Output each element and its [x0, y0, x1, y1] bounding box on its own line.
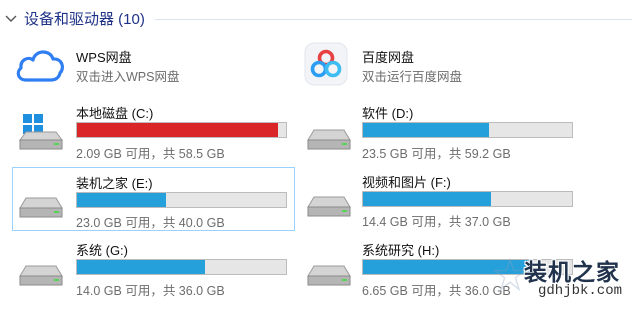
group-divider	[154, 18, 632, 20]
drive-item-c[interactable]: 本地磁盘 (C:) 2.09 GB 可用，共 58.5 GB	[14, 100, 294, 162]
baidu-netdisk-icon	[304, 42, 348, 86]
app-description: 双击进入WPS网盘	[76, 70, 180, 84]
drive-usage-fill	[77, 260, 205, 274]
drive-usage-text: 23.5 GB 可用，共 59.2 GB	[362, 147, 511, 161]
app-name: 百度网盘	[362, 50, 415, 65]
drive-label: 视频和图片 (F:)	[362, 175, 451, 190]
drive-usage-bar	[362, 191, 573, 207]
windows-drive-icon	[19, 114, 63, 150]
hard-drive-icon	[307, 196, 351, 217]
drive-usage-text: 23.0 GB 可用，共 40.0 GB	[76, 216, 225, 230]
drive-usage-bar	[76, 192, 287, 208]
drive-usage-fill	[77, 123, 279, 137]
group-title: 设备和驱动器 (10)	[24, 10, 145, 28]
drive-usage-fill	[77, 193, 166, 207]
wps-cloud-icon	[16, 50, 64, 82]
app-description: 双击运行百度网盘	[362, 70, 463, 84]
drive-usage-bar	[76, 122, 287, 138]
drive-usage-text: 14.4 GB 可用，共 37.0 GB	[362, 215, 511, 229]
watermark-title: 装机之家	[524, 259, 620, 285]
drive-usage-text: 2.09 GB 可用，共 58.5 GB	[76, 147, 225, 161]
drive-item-e[interactable]: 装机之家 (E:) 23.0 GB 可用，共 40.0 GB	[12, 167, 295, 231]
hard-drive-icon	[19, 197, 63, 218]
app-name: WPS网盘	[76, 50, 132, 65]
drive-usage-bar	[362, 122, 573, 138]
app-item-wps[interactable]: WPS网盘 双击进入WPS网盘	[14, 40, 289, 92]
drive-label: 软件 (D:)	[362, 106, 414, 121]
drive-usage-fill	[363, 192, 491, 206]
watermark: 装机之家 gdhjbk.com	[492, 253, 632, 305]
star-logo-icon	[492, 257, 528, 292]
drive-usage-bar	[76, 259, 287, 275]
drive-usage-text: 14.0 GB 可用，共 36.0 GB	[76, 284, 225, 298]
drive-usage-fill	[363, 123, 490, 137]
app-item-baidu-netdisk[interactable]: 百度网盘 双击运行百度网盘	[302, 40, 582, 92]
drive-item-g[interactable]: 系统 (G:) 14.0 GB 可用，共 36.0 GB	[14, 236, 294, 298]
drive-usage-text: 6.65 GB 可用，共 36.0 GB	[362, 284, 511, 298]
drive-label: 系统 (G:)	[76, 243, 128, 258]
drive-label: 装机之家 (E:)	[76, 176, 153, 191]
watermark-url: gdhjbk.com	[537, 283, 622, 299]
drive-label: 系统研究 (H:)	[362, 243, 440, 258]
drive-item-f[interactable]: 视频和图片 (F:) 14.4 GB 可用，共 37.0 GB	[302, 167, 582, 229]
chevron-down-icon[interactable]	[4, 11, 18, 25]
hard-drive-icon	[19, 265, 63, 286]
drive-label: 本地磁盘 (C:)	[76, 106, 154, 121]
hard-drive-icon	[307, 265, 351, 286]
group-header-devices[interactable]: 设备和驱动器 (10)	[4, 6, 632, 30]
drive-item-d[interactable]: 软件 (D:) 23.5 GB 可用，共 59.2 GB	[302, 100, 582, 162]
hard-drive-icon	[307, 129, 351, 150]
